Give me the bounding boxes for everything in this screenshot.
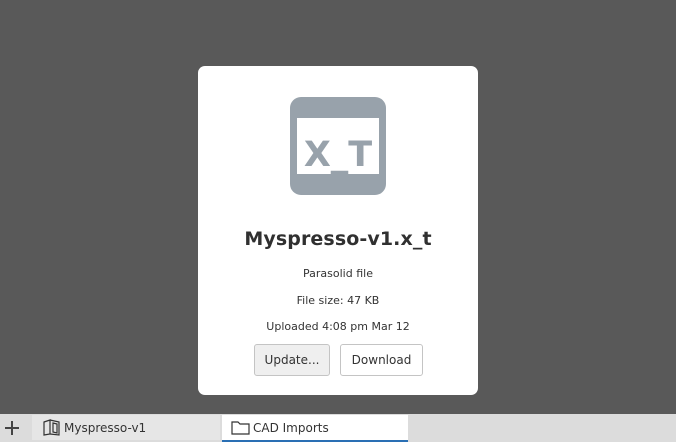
file-name: Myspresso-v1.x_t [244,228,432,250]
document-tab-bar: Myspresso-v1 CAD Imports [0,414,676,442]
tab-cad-imports[interactable]: CAD Imports [222,415,408,442]
folder-icon [231,421,250,435]
x-t-file-icon: X_T [290,97,386,195]
update-button[interactable]: Update... [254,344,330,376]
document-viewport: X_T Myspresso-v1.x_t Parasolid file File… [0,0,676,414]
upload-timestamp: Uploaded 4:08 pm Mar 12 [266,320,410,333]
file-icon-label: X_T [304,135,372,175]
file-type: Parasolid file [303,267,373,280]
file-size: File size: 47 KB [296,294,380,307]
tab-myspresso-v1[interactable]: Myspresso-v1 [32,415,220,440]
part-studio-icon [43,419,60,436]
download-button[interactable]: Download [340,344,423,376]
file-info-card: X_T Myspresso-v1.x_t Parasolid file File… [198,66,478,395]
tab-label: Myspresso-v1 [64,420,147,435]
tab-label: CAD Imports [253,420,329,435]
add-tab-icon[interactable] [3,418,21,438]
